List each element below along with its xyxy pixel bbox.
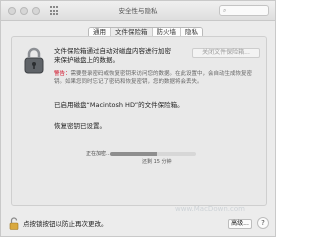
encryption-progress-bar (110, 152, 196, 156)
warning-body: 需要登录密码或恢复密钥来访问您的数据。在此设置中，会自动生成恢复密钥。如果您同时… (54, 71, 253, 85)
warning-text: 警告：需要登录密码或恢复密钥来访问您的数据。在此设置中，会自动生成恢复密钥。如果… (54, 71, 260, 86)
search-icon: ⌕ (223, 7, 227, 14)
turn-off-filevault-button[interactable]: 关闭文件保险箱... (192, 48, 260, 58)
watermark: www.MacDown.com (175, 205, 245, 213)
progress-fill (110, 152, 158, 156)
preferences-window: 安全性与隐私 ⌕ 通用 文件保险箱 防火墙 隐私 文件保险箱通过自动对磁盘内容进… (0, 0, 276, 237)
time-remaining: 还剩 15 分钟 (142, 159, 172, 165)
filevault-panel: 文件保险箱通过自动对磁盘内容进行加密来保护磁盘上的数据。 关闭文件保险箱... … (11, 36, 267, 206)
search-input[interactable]: ⌕ (219, 5, 269, 16)
unlocked-padlock-icon[interactable] (9, 217, 19, 230)
recovery-key-status: 恢复密钥已设置。 (54, 122, 106, 130)
encryption-progress-label: 正在加密… (86, 151, 112, 157)
advanced-button[interactable]: 高级... (228, 219, 252, 229)
filevault-status: 已启用磁盘“Macintosh HD”的文件保险箱。 (54, 101, 184, 109)
warning-label: 警告： (54, 71, 71, 77)
help-icon[interactable]: ? (257, 217, 269, 229)
filevault-description: 文件保险箱通过自动对磁盘内容进行加密来保护磁盘上的数据。 (54, 47, 171, 64)
lock-icon (24, 47, 44, 74)
lock-hint-text: 点按锁按钮以防止再次更改。 (23, 220, 108, 228)
title-bar: 安全性与隐私 ⌕ (1, 1, 275, 21)
